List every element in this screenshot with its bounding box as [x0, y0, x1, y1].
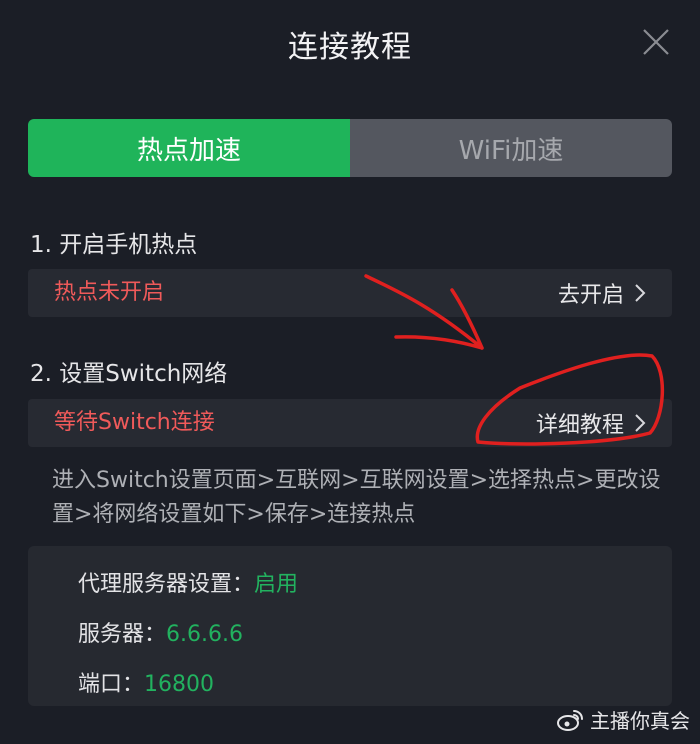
dialog-title: 连接教程 — [288, 30, 412, 65]
enable-hotspot-label: 去开启 — [557, 283, 624, 308]
chevron-right-icon — [634, 413, 646, 433]
port-value: 16800 — [144, 672, 215, 697]
switch-status-row: 等待Switch连接 详细教程 — [28, 399, 672, 447]
close-icon[interactable] — [642, 28, 670, 56]
proxy-value: 启用 — [254, 572, 299, 597]
network-settings-box: 代理服务器设置：启用 服务器：6.6.6.6 端口：16800 — [28, 546, 672, 706]
port-setting-line: 端口：16800 — [78, 666, 214, 698]
port-label: 端口： — [78, 672, 145, 697]
server-value: 6.6.6.6 — [166, 622, 243, 647]
tab-hotspot-accelerate[interactable]: 热点加速 — [28, 119, 350, 177]
chevron-right-icon — [634, 283, 646, 303]
tab-wifi-accelerate[interactable]: WiFi加速 — [350, 119, 672, 177]
weibo-icon — [556, 708, 584, 732]
watermark-text: 主播你真会 — [590, 709, 690, 733]
step-1-heading: 1. 开启手机热点 — [30, 232, 198, 258]
detailed-tutorial-button[interactable]: 详细教程 — [536, 399, 646, 447]
detailed-tutorial-label: 详细教程 — [535, 413, 624, 438]
server-label: 服务器： — [78, 622, 167, 647]
hotspot-status-row: 热点未开启 去开启 — [28, 269, 672, 317]
mode-tabs: 热点加速 WiFi加速 — [28, 119, 672, 177]
switch-status-text: 等待Switch连接 — [54, 410, 215, 435]
hotspot-status-text: 热点未开启 — [54, 280, 165, 305]
step-2-heading: 2. 设置Switch网络 — [30, 361, 228, 387]
watermark: 主播你真会 — [556, 705, 690, 734]
proxy-setting-line: 代理服务器设置：启用 — [78, 566, 298, 598]
setup-instructions: 进入Switch设置页面>互联网>互联网设置>选择热点>更改设置>将网络设置如下… — [52, 468, 661, 527]
enable-hotspot-button[interactable]: 去开启 — [558, 269, 646, 317]
proxy-label: 代理服务器设置： — [78, 572, 255, 597]
server-setting-line: 服务器：6.6.6.6 — [78, 616, 243, 648]
